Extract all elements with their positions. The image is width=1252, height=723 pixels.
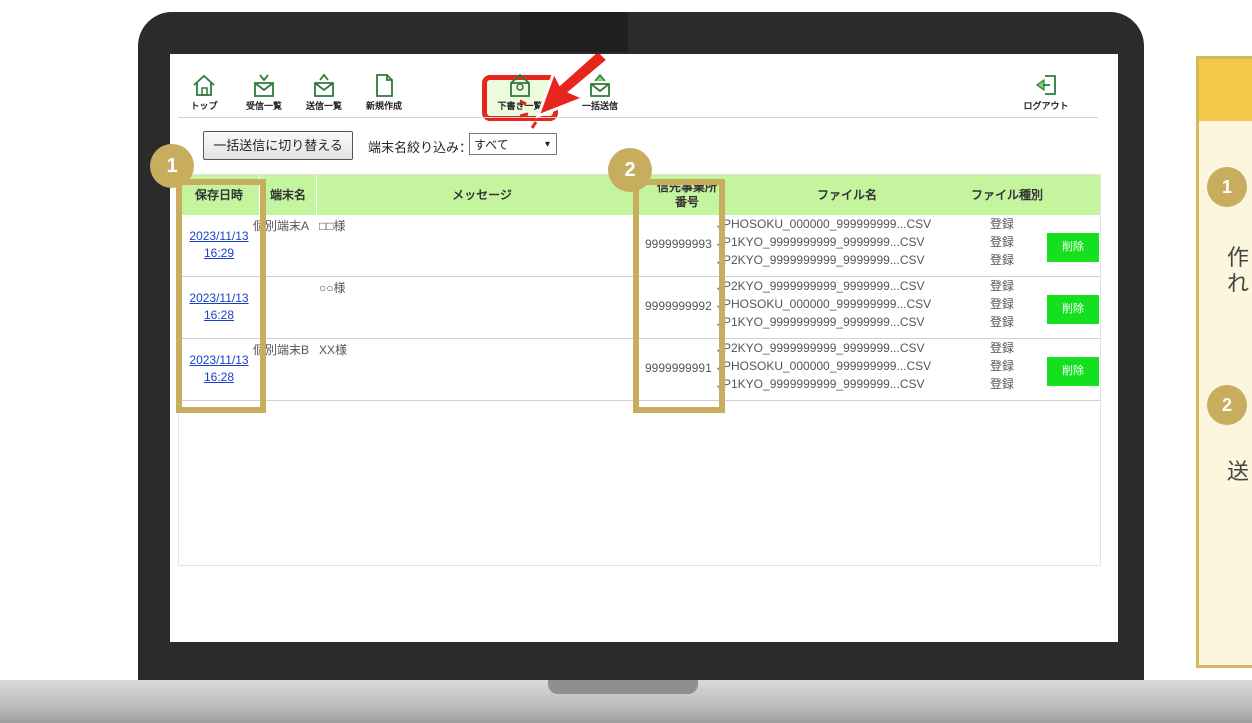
file-name: JP2KYO_9999999999_9999999...CSV (717, 279, 925, 293)
panel-step-badge-2: 2 (1207, 385, 1247, 425)
file-type: 登録 (989, 359, 1014, 373)
nav-item-sent[interactable]: 送信一覧 (294, 72, 354, 112)
column-header-file-type[interactable]: ファイル種別 (967, 175, 1047, 215)
delete-button[interactable]: 削除 (1047, 233, 1099, 262)
panel-step-badge-1: 1 (1207, 167, 1247, 207)
file-name: JPHOSOKU_000000_999999999...CSV (717, 217, 932, 231)
file-type: 登録 (989, 217, 1014, 231)
nav-label: 新規作成 (365, 101, 402, 111)
file-type: 登録 (989, 341, 1014, 355)
camera-notch (520, 12, 628, 52)
file-name: JP1KYO_9999999999_9999999...CSV (717, 377, 925, 391)
switch-to-bulk-button[interactable]: 一括送信に切り替える (203, 131, 353, 160)
app-screen: トップ 受信一覧 送信一覧 新規作成 下書き一覧 一括送信 ログアウト 一括送信… (170, 54, 1118, 642)
file-type: 登録 (989, 253, 1014, 267)
file-name: JP2KYO_9999999999_9999999...CSV (717, 341, 925, 355)
column-header-message[interactable]: メッセージ (317, 175, 647, 215)
home-icon (193, 74, 215, 96)
panel-text-2: 送 (1227, 459, 1250, 484)
file-name: JPHOSOKU_000000_999999999...CSV (717, 359, 932, 373)
laptop-base-notch (548, 680, 698, 694)
panel-header (1199, 59, 1252, 121)
file-name: JP1KYO_9999999999_9999999...CSV (717, 315, 925, 329)
nav-label: ログアウト (1023, 101, 1069, 111)
nav-item-inbox[interactable]: 受信一覧 (234, 72, 294, 112)
column-header-terminal[interactable]: 端末名 (260, 175, 316, 215)
highlight-saved-at-column (176, 179, 266, 413)
chevron-down-icon: ▾ (544, 139, 550, 150)
highlight-office-number-column (633, 179, 725, 413)
file-type: 登録 (989, 297, 1014, 311)
file-name: JPHOSOKU_000000_999999999...CSV (717, 297, 932, 311)
file-type: 登録 (989, 377, 1014, 391)
nav-divider (178, 117, 1098, 118)
top-nav: トップ 受信一覧 送信一覧 新規作成 下書き一覧 一括送信 ログアウト (170, 72, 1118, 122)
explanation-panel: 1 作 れ 2 送 (1196, 56, 1252, 668)
message-text: □□様 (319, 219, 346, 233)
file-type: 登録 (989, 315, 1014, 329)
panel-text-1a: 作 (1227, 245, 1250, 270)
pointer-arrow-icon (520, 54, 611, 129)
delete-button[interactable]: 削除 (1047, 295, 1099, 324)
terminal-filter-label: 端末名絞り込み： (368, 140, 473, 155)
delete-button[interactable]: 削除 (1047, 357, 1099, 386)
sent-icon (314, 73, 334, 97)
file-name: JP1KYO_9999999999_9999999...CSV (717, 235, 925, 249)
file-type: 登録 (989, 279, 1014, 293)
new-document-icon (376, 74, 393, 97)
column-header-file-name[interactable]: ファイル名 (727, 175, 967, 215)
message-text: ○○様 (319, 281, 346, 295)
file-type: 登録 (989, 235, 1014, 249)
logout-icon (1035, 75, 1056, 95)
step-badge-1: 1 (150, 144, 194, 188)
nav-label: トップ (190, 101, 218, 111)
message-text: XX様 (319, 343, 348, 357)
terminal-filter-select[interactable]: すべて ▾ (469, 133, 557, 155)
nav-item-top[interactable]: トップ (174, 72, 234, 112)
nav-label: 送信一覧 (305, 101, 342, 111)
step-badge-2: 2 (608, 148, 652, 192)
nav-label: 受信一覧 (245, 101, 282, 111)
logout-button[interactable]: ログアウト (1016, 72, 1076, 112)
inbox-icon (254, 74, 274, 97)
filter-selected-value: すべて (474, 138, 509, 152)
panel-text-1b: れ (1227, 271, 1250, 296)
nav-item-new[interactable]: 新規作成 (354, 72, 414, 112)
file-name: JP2KYO_9999999999_9999999...CSV (717, 253, 925, 267)
